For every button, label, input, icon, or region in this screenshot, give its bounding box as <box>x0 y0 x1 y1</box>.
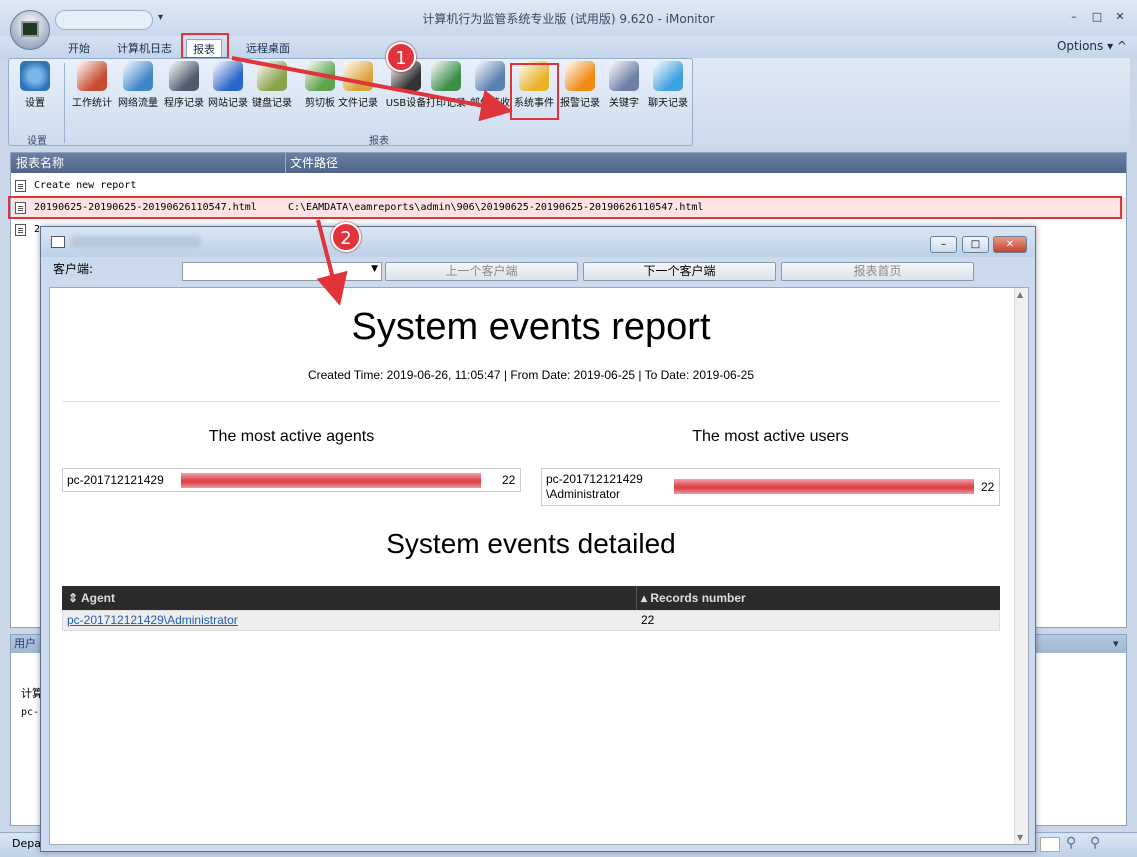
annotation-arrows <box>231 56 513 306</box>
arrow-to-system-events <box>231 56 513 122</box>
step-marker-2: 2 <box>331 222 361 252</box>
step-marker-1: 1 <box>386 42 416 72</box>
